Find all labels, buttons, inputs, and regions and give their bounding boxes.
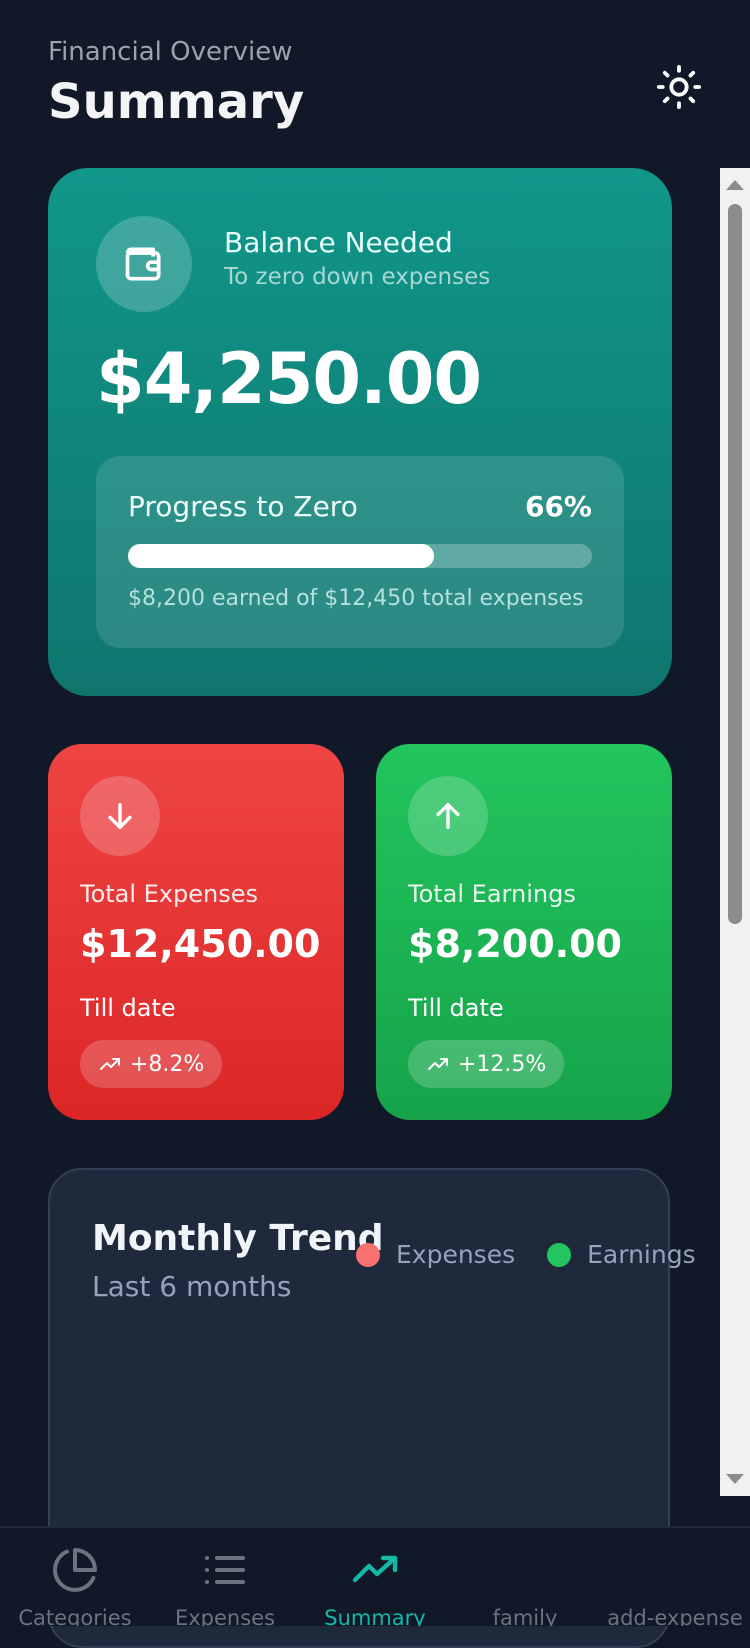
progress-bar-fill <box>128 544 435 568</box>
earnings-amount: $8,200.00 <box>408 922 622 966</box>
scrollbar[interactable] <box>720 168 750 1496</box>
page-header: Financial Overview Summary <box>48 34 304 132</box>
progress-panel: Progress to Zero 66% $8,200 earned of $1… <box>96 456 624 648</box>
wallet-icon-badge <box>96 216 192 312</box>
progress-bar <box>128 544 592 568</box>
legend-dot-earnings <box>547 1242 572 1267</box>
trending-up-icon <box>428 1058 448 1070</box>
legend-item-earnings: Earnings <box>547 1240 696 1269</box>
scroll-down-arrow[interactable] <box>726 1474 744 1484</box>
nav-label-categories: Categories <box>18 1606 132 1626</box>
nav-label-family: family <box>492 1606 558 1626</box>
earnings-icon-badge <box>408 776 488 856</box>
expenses-change: +8.2% <box>130 1051 205 1077</box>
trending-up-icon <box>100 1058 120 1070</box>
pie-chart-icon <box>53 1548 97 1592</box>
expenses-change-badge: +8.2% <box>80 1040 223 1088</box>
trend-legend: Expenses Earnings <box>356 1240 714 1269</box>
scroll-up-arrow[interactable] <box>726 180 744 190</box>
balance-card: Balance Needed To zero down expenses $4,… <box>48 168 672 696</box>
earnings-change: +12.5% <box>458 1051 547 1077</box>
nav-item-summary[interactable]: Summary <box>300 1528 450 1626</box>
nav-item-family[interactable]: family <box>450 1528 600 1626</box>
expenses-icon-badge <box>80 776 160 856</box>
sun-icon <box>656 64 702 110</box>
expenses-till-date: Till date <box>80 994 176 1022</box>
page-title: Summary <box>48 74 305 130</box>
scrollbar-thumb[interactable] <box>728 204 742 924</box>
trending-up-icon <box>352 1555 398 1583</box>
page-subtitle: Financial Overview <box>48 37 293 67</box>
trend-title: Monthly Trend <box>92 1218 384 1259</box>
nav-label-add-expense: add-expense <box>607 1606 743 1626</box>
nav-item-expenses[interactable]: Expenses <box>150 1528 300 1626</box>
nav-item-add-expense[interactable]: add-expense <box>600 1528 750 1626</box>
nav-item-categories[interactable]: Categories <box>0 1528 150 1626</box>
bottom-nav: Categories Expenses Summary family add-e… <box>0 1526 750 1626</box>
expenses-label: Total Expenses <box>80 880 259 908</box>
list-icon <box>205 1556 245 1584</box>
balance-label: Balance Needed <box>224 226 453 259</box>
theme-toggle-button[interactable] <box>650 58 708 116</box>
progress-percent: 66% <box>524 490 592 523</box>
balance-sublabel: To zero down expenses <box>224 264 491 290</box>
progress-note: $8,200 earned of $12,450 total expenses <box>128 586 584 611</box>
trend-subtitle: Last 6 months <box>92 1270 292 1303</box>
progress-label: Progress to Zero <box>128 490 358 523</box>
expenses-card[interactable]: Total Expenses $12,450.00 Till date +8.2… <box>48 744 344 1120</box>
arrow-up-icon <box>436 802 460 830</box>
legend-item-expenses: Expenses <box>356 1240 515 1269</box>
earnings-label: Total Earnings <box>408 880 576 908</box>
balance-amount: $4,250.00 <box>96 338 482 420</box>
earnings-card[interactable]: Total Earnings $8,200.00 Till date +12.5… <box>376 744 672 1120</box>
wallet-icon <box>125 247 161 281</box>
arrow-down-icon <box>108 802 132 830</box>
earnings-till-date: Till date <box>408 994 504 1022</box>
legend-label-earnings: Earnings <box>587 1240 696 1269</box>
expenses-amount: $12,450.00 <box>80 922 321 966</box>
earnings-change-badge: +12.5% <box>408 1040 565 1088</box>
legend-label-expenses: Expenses <box>396 1240 516 1269</box>
nav-label-expenses: Expenses <box>174 1606 276 1626</box>
legend-dot-expenses <box>356 1242 380 1267</box>
nav-label-summary: Summary <box>324 1606 426 1626</box>
